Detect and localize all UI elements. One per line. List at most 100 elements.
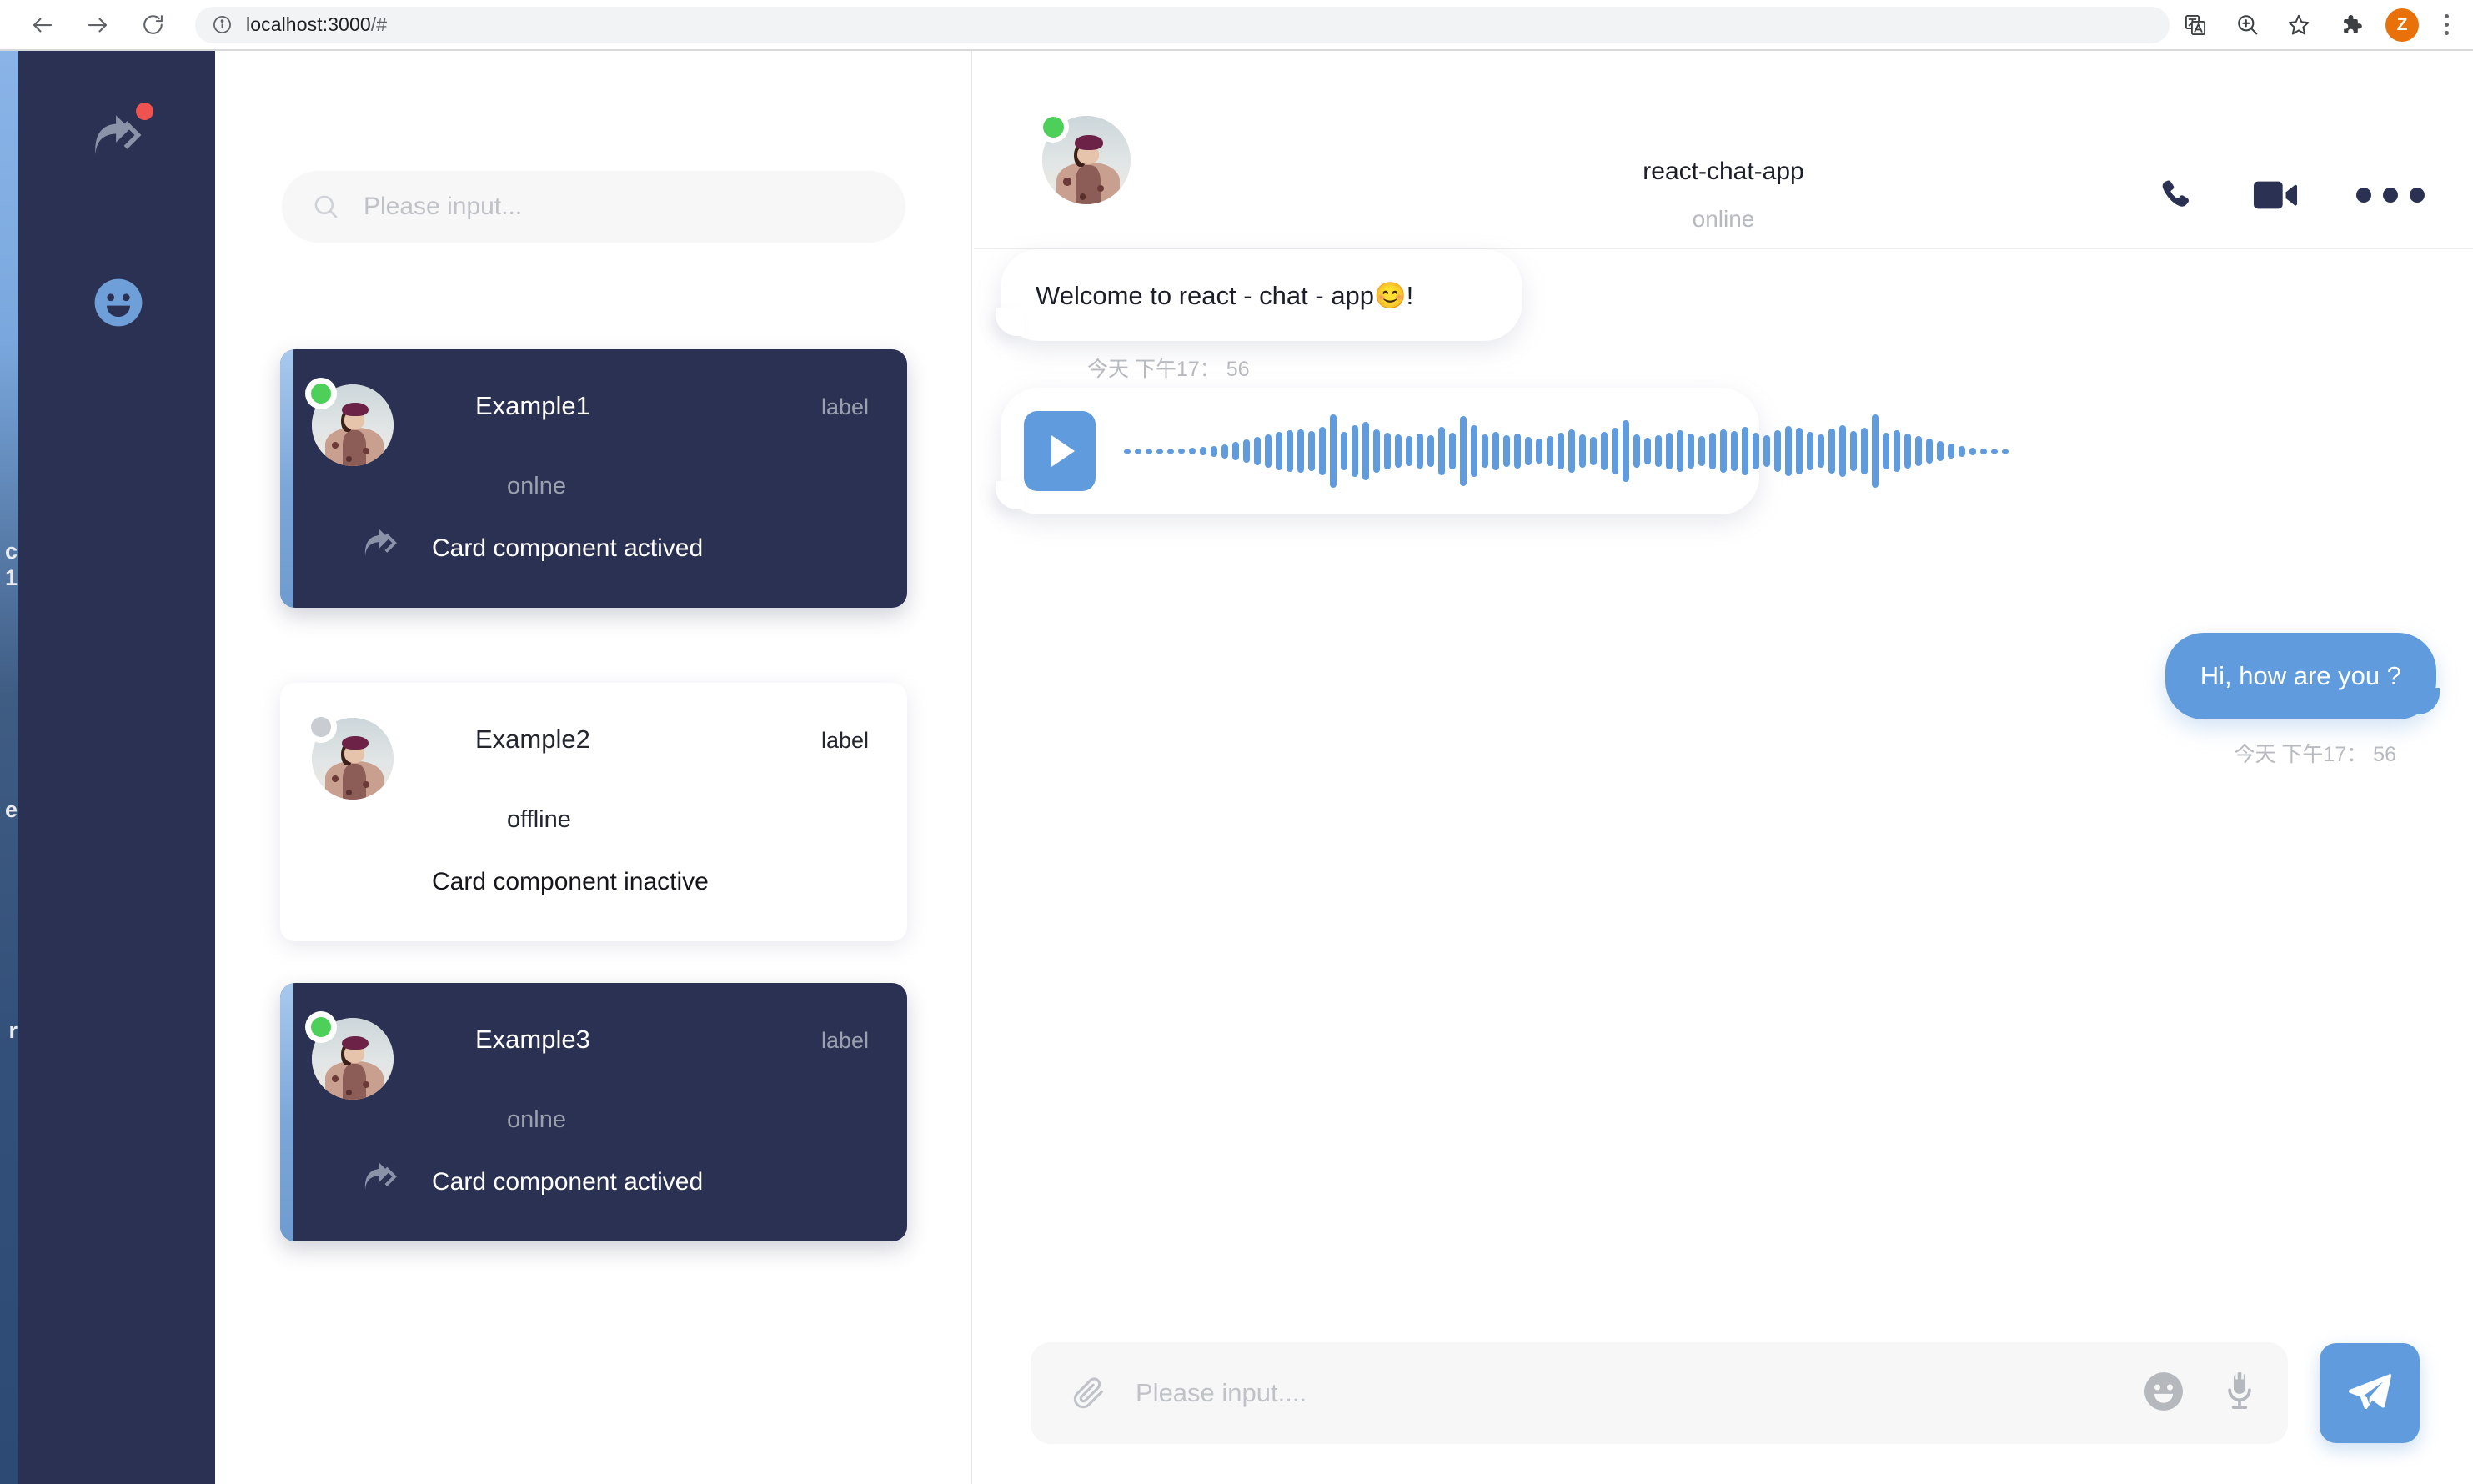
- composer-icons: [2143, 1342, 2258, 1444]
- presence-indicator: [305, 378, 337, 409]
- message-bubble-incoming[interactable]: Welcome to react - chat - app😊!: [996, 249, 1522, 341]
- waveform-bar: [1937, 441, 1944, 461]
- contact-name: Example3: [475, 1025, 590, 1054]
- browser-tool-icons: Z: [2170, 0, 2473, 51]
- message-input-placeholder: Please input....: [1136, 1378, 1307, 1407]
- presence-indicator: [305, 1011, 337, 1043]
- waveform-bar: [1492, 432, 1499, 470]
- waveform-bar: [1200, 447, 1206, 455]
- notification-badge: [136, 103, 153, 120]
- waveform-bar: [1395, 434, 1402, 468]
- message-bubble-voice[interactable]: [996, 388, 2009, 514]
- waveform-bar: [1785, 426, 1792, 476]
- waveform-bar: [1221, 444, 1228, 459]
- waveform-bar: [1243, 439, 1250, 463]
- waveform-bar: [1406, 436, 1412, 466]
- contact-message: Card component actived: [432, 1168, 704, 1196]
- chat-header: react-chat-app online: [974, 51, 2473, 249]
- app-icon-rail: [18, 51, 215, 1484]
- contact-message: Card component inactive: [432, 868, 709, 895]
- waveform-bar: [1991, 449, 1998, 454]
- presence-indicator: [1037, 111, 1069, 143]
- chat-header-actions: [2156, 176, 2425, 214]
- message-bubble-outgoing[interactable]: Hi, how are you ?: [2165, 633, 2440, 719]
- waveform-bar: [1427, 435, 1434, 467]
- contact-card[interactable]: Example1 label onlne Card component acti…: [280, 349, 907, 608]
- back-icon[interactable]: [15, 0, 70, 53]
- waveform-bar: [1731, 431, 1738, 471]
- message-list: Welcome to react - chat - app😊! 今天 下午17：…: [974, 249, 2473, 1358]
- browser-menu-icon[interactable]: [2428, 0, 2465, 51]
- contact-card[interactable]: Example3 label onlne Card component acti…: [280, 983, 907, 1241]
- contact-label: label: [820, 1028, 869, 1053]
- waveform-bar: [1959, 445, 1965, 457]
- audio-waveform[interactable]: [1124, 405, 2009, 497]
- smiley-face-icon[interactable]: [2143, 1371, 2185, 1416]
- address-bar[interactable]: localhost:3000/#: [195, 6, 2170, 43]
- waveform-bar: [1124, 449, 1131, 454]
- waveform-bar: [1482, 434, 1488, 468]
- message-text: Welcome to react - chat - app😊!: [1036, 280, 1414, 310]
- search-input[interactable]: Please input...: [282, 171, 905, 243]
- microphone-icon[interactable]: [2221, 1370, 2258, 1416]
- card-accent-bar: [280, 349, 293, 608]
- waveform-bar: [1514, 434, 1521, 469]
- waveform-bar: [1525, 437, 1532, 465]
- waveform-bar: [1362, 422, 1369, 480]
- forward-arrow-icon: [362, 527, 400, 564]
- bleed-fragment: r: [8, 1018, 18, 1043]
- browser-nav-buttons: [0, 0, 180, 53]
- message-input[interactable]: Please input....: [1031, 1342, 2288, 1444]
- waveform-bar: [1276, 432, 1282, 470]
- waveform-bar: [1677, 430, 1683, 472]
- waveform-bar: [1742, 427, 1748, 475]
- phone-call-icon[interactable]: [2156, 176, 2195, 214]
- waveform-bar: [1547, 436, 1553, 466]
- contact-label: label: [820, 394, 869, 419]
- contact-card[interactable]: Example2 label offline Card component in…: [280, 683, 907, 941]
- waveform-bar: [1189, 448, 1196, 454]
- waveform-bar: [1254, 437, 1261, 465]
- contacts-panel: Please input... Example1 label onlne Car…: [215, 51, 972, 1484]
- forward-icon[interactable]: [70, 0, 125, 53]
- waveform-bar: [2002, 449, 2009, 454]
- zoom-icon[interactable]: [2221, 0, 2273, 51]
- search-placeholder: Please input...: [364, 193, 523, 220]
- waveform-bar: [1612, 428, 1618, 474]
- forward-arrow-icon: [95, 115, 142, 155]
- waveform-bar: [1568, 429, 1575, 473]
- extensions-puzzle-icon[interactable]: [2325, 0, 2376, 51]
- forward-arrow-icon: [362, 1161, 400, 1198]
- waveform-bar: [1709, 433, 1716, 469]
- profile-avatar[interactable]: Z: [2385, 8, 2419, 42]
- waveform-bar: [1156, 449, 1163, 454]
- smiley-face-icon: [94, 278, 143, 327]
- waveform-bar: [1980, 448, 1987, 454]
- waveform-bar: [1211, 445, 1217, 457]
- translate-icon[interactable]: [2170, 0, 2221, 51]
- video-camera-icon[interactable]: [2253, 178, 2298, 212]
- waveform-bar: [1948, 444, 1954, 459]
- waveform-bar: [1763, 435, 1770, 467]
- rail-item-emoji[interactable]: [68, 261, 168, 344]
- bookmark-star-icon[interactable]: [2273, 0, 2325, 51]
- play-icon[interactable]: [1024, 411, 1096, 491]
- waveform-bar: [1666, 433, 1673, 469]
- paperclip-icon[interactable]: [1071, 1375, 1107, 1411]
- contact-message: Card component actived: [432, 534, 704, 562]
- waveform-bar: [1904, 434, 1911, 469]
- reload-icon[interactable]: [125, 0, 180, 53]
- waveform-bar: [1503, 435, 1510, 467]
- waveform-bar: [1319, 427, 1326, 475]
- send-button[interactable]: [2320, 1343, 2420, 1443]
- waveform-bar: [1341, 432, 1347, 470]
- waveform-bar: [1872, 414, 1879, 488]
- app-root: c 1 e r Please input... Example1 label o…: [0, 51, 2473, 1484]
- more-options-icon[interactable]: [2356, 188, 2425, 203]
- rail-item-forward[interactable]: [68, 94, 168, 178]
- waveform-bar: [1926, 439, 1933, 464]
- waveform-bar: [1373, 429, 1380, 473]
- bleed-fragment: 1: [4, 565, 18, 590]
- waveform-bar: [1287, 430, 1293, 472]
- page-info-icon[interactable]: [212, 14, 233, 35]
